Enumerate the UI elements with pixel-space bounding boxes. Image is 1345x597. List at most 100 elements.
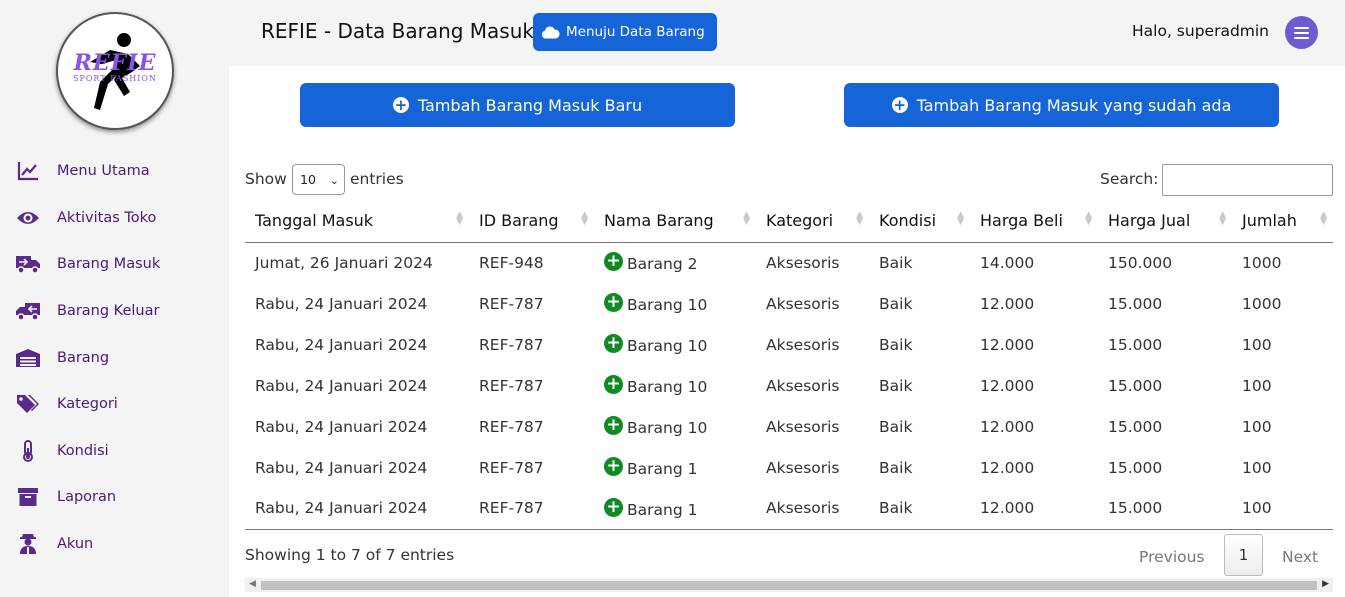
cell-harga-beli: 12.000	[980, 294, 1035, 313]
cell-jumlah: 100	[1242, 335, 1272, 354]
sidebar-item-label: Kondisi	[57, 443, 109, 459]
sidebar-item-kondisi[interactable]: Kondisi	[0, 433, 229, 469]
sidebar-item-barang-masuk[interactable]: Barang Masuk	[0, 246, 229, 282]
cell-harga-beli: 14.000	[980, 253, 1035, 272]
column-header-tanggal-masuk[interactable]: Tanggal Masuk ▲ ▼	[245, 199, 469, 243]
cell-id: REF-787	[479, 458, 544, 477]
add-plus-icon[interactable]: +	[604, 334, 623, 353]
sidebar-item-laporan[interactable]: Laporan	[0, 479, 229, 515]
horizontal-scrollbar[interactable]: ◀ ▶	[245, 578, 1333, 592]
main-content: + Tambah Barang Masuk Baru + Tambah Bara…	[229, 66, 1345, 597]
add-new-item-button[interactable]: + Tambah Barang Masuk Baru	[300, 83, 735, 127]
scroll-left-icon[interactable]: ◀	[249, 579, 256, 589]
cell-kategori: Aksesoris	[766, 294, 840, 313]
goto-button-label: Menuju Data Barang	[566, 24, 705, 40]
cell-tanggal: Rabu, 24 Januari 2024	[255, 458, 428, 477]
pagination-next[interactable]: Next	[1282, 548, 1318, 566]
cell-kondisi: Baik	[879, 458, 913, 477]
goto-data-barang-button[interactable]: Menuju Data Barang	[533, 13, 717, 51]
sidebar-item-menu-utama[interactable]: Menu Utama	[0, 153, 229, 189]
sidebar-item-akun[interactable]: Akun	[0, 526, 229, 562]
column-header-jumlah[interactable]: Jumlah ▲ ▼	[1232, 199, 1333, 243]
cell-kategori: Aksesoris	[756, 488, 869, 530]
sort-icon: ▲ ▼	[1085, 210, 1092, 227]
cell-harga-beli: 12.000	[980, 376, 1035, 395]
cell-nama: + Barang 2	[594, 242, 756, 283]
table-row: Rabu, 24 Januari 2024 REF-787 + Barang 10…	[245, 283, 1333, 324]
cell-nama: + Barang 10	[594, 283, 756, 324]
column-header-nama-barang[interactable]: Nama Barang ▲ ▼	[594, 199, 756, 243]
cell-id: REF-787	[479, 294, 544, 313]
sidebar-item-kategori[interactable]: Kategori	[0, 386, 229, 422]
sidebar-item-aktivitas-toko[interactable]: Aktivitas Toko	[0, 200, 229, 236]
truck-in-icon	[15, 252, 41, 276]
scrollbar-thumb[interactable]	[261, 581, 1317, 590]
column-header-harga-beli[interactable]: Harga Beli ▲ ▼	[970, 199, 1098, 243]
pagination-page-1[interactable]: 1	[1224, 534, 1263, 576]
cell-kategori: Aksesoris	[766, 253, 840, 272]
sidebar-item-label: Barang Masuk	[57, 256, 161, 272]
archive-icon	[15, 485, 41, 509]
cell-harga-jual: 15.000	[1108, 417, 1163, 436]
cell-kategori: Aksesoris	[766, 458, 840, 477]
cell-tanggal: Jumat, 26 Januari 2024	[255, 253, 433, 272]
add-plus-icon[interactable]: +	[604, 416, 623, 435]
cell-tanggal: Rabu, 24 Januari 2024	[255, 417, 428, 436]
warehouse-icon	[15, 346, 41, 370]
column-header-kategori[interactable]: Kategori ▲ ▼	[756, 199, 869, 243]
sidebar-item-label: Barang	[57, 350, 110, 366]
logo-brand: REFIE	[73, 50, 157, 76]
refie-logo[interactable]: REFIE SPORT FASHION	[56, 12, 174, 130]
cell-jumlah: 1000	[1242, 294, 1282, 313]
cell-id: REF-787	[479, 335, 544, 354]
sidebar-item-label: Aktivitas Toko	[57, 210, 157, 226]
sidebar-item-barang-keluar[interactable]: Barang Keluar	[0, 293, 229, 329]
scroll-right-icon[interactable]: ▶	[1322, 579, 1329, 589]
table-info: Showing 1 to 7 of 7 entries	[245, 546, 455, 564]
cell-harga-jual: 15.000	[1108, 376, 1163, 395]
cell-nama: + Barang 1	[594, 447, 756, 488]
add-plus-icon[interactable]: +	[604, 293, 623, 312]
pagination-previous[interactable]: Previous	[1139, 548, 1205, 566]
add-plus-icon[interactable]: +	[604, 497, 623, 517]
add-existing-item-button[interactable]: + Tambah Barang Masuk yang sudah ada	[844, 83, 1279, 127]
plus-circle-icon: +	[392, 96, 409, 114]
column-header-id-barang[interactable]: ID Barang ▲ ▼	[469, 199, 594, 243]
cell-kondisi: Baik	[869, 488, 970, 530]
column-header-harga-jual[interactable]: Harga Jual ▲ ▼	[1098, 199, 1232, 243]
cell-id: REF-787	[469, 488, 594, 530]
chevron-down-icon: ⌄	[329, 174, 339, 187]
cell-kategori: Aksesoris	[766, 376, 840, 395]
entries-select[interactable]: 10 ⌄	[292, 164, 345, 195]
cell-harga-jual: 15.000	[1108, 335, 1163, 354]
sidebar-item-label: Menu Utama	[57, 163, 150, 179]
search-input[interactable]	[1162, 164, 1333, 196]
add-plus-icon[interactable]: +	[604, 375, 623, 394]
cell-nama: + Barang 10	[594, 406, 756, 447]
cell-jumlah: 100	[1232, 488, 1333, 530]
entries-label: entries	[350, 170, 404, 188]
entries-select-value: 10	[300, 172, 316, 187]
cell-harga-beli: 12.000	[980, 458, 1035, 477]
sidebar-item-label: Barang Keluar	[57, 303, 160, 319]
add-new-item-label: Tambah Barang Masuk Baru	[417, 95, 643, 115]
tags-icon	[15, 392, 41, 416]
hamburger-menu-button[interactable]	[1285, 16, 1318, 49]
search-label: Search:	[1100, 170, 1159, 188]
table-row: Rabu, 24 Januari 2024 REF-787 + Barang 10…	[245, 324, 1333, 365]
column-header-kondisi[interactable]: Kondisi ▲ ▼	[869, 199, 970, 243]
truck-out-icon	[15, 299, 41, 323]
sidebar-item-barang[interactable]: Barang	[0, 340, 229, 376]
cell-jumlah: 100	[1242, 458, 1272, 477]
user-greeting: Halo, superadmin	[1132, 22, 1270, 40]
chart-line-icon	[15, 159, 41, 183]
table-row: Rabu, 24 Januari 2024 REF-787 + Barang 10…	[245, 365, 1333, 406]
table-row: Rabu, 24 Januari 2024 REF-787 + Barang 1 …	[245, 447, 1333, 488]
add-plus-icon[interactable]: +	[604, 457, 623, 476]
top-header: REFIE - Data Barang Masuk Menuju Data Ba…	[229, 0, 1345, 66]
add-plus-icon[interactable]: +	[604, 252, 623, 272]
hamburger-icon	[1294, 26, 1309, 39]
cell-nama: + Barang 10	[594, 365, 756, 406]
table-row: Rabu, 24 Januari 2024 REF-787 + Barang 1 …	[245, 488, 1333, 530]
cell-harga-jual: 15.000	[1098, 488, 1232, 530]
